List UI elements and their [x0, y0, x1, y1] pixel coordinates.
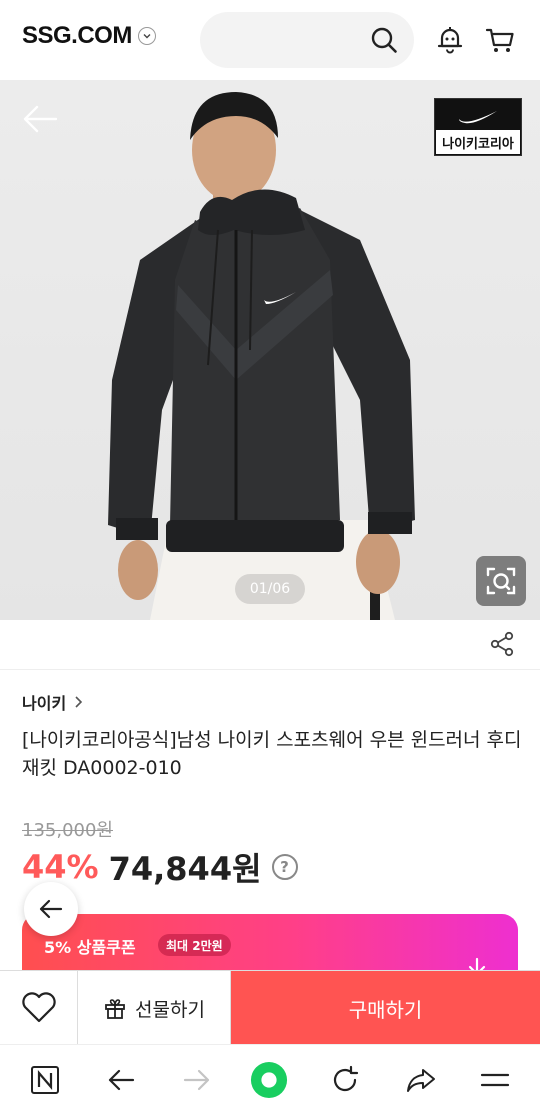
swoosh-icon	[459, 111, 497, 124]
lens-search-button[interactable]	[476, 556, 526, 606]
site-logo[interactable]: SSG.COM	[22, 22, 156, 50]
heart-icon	[22, 992, 56, 1023]
buy-button[interactable]: 구매하기	[231, 971, 540, 1045]
gift-button[interactable]: 선물하기	[78, 971, 231, 1045]
refresh-icon[interactable]	[326, 1061, 364, 1099]
brand-badge-label: 나이키코리아	[435, 129, 521, 155]
home-dot-icon[interactable]	[250, 1061, 288, 1099]
product-title: [나이키코리아공식]남성 나이키 스포츠웨어 우븐 윈드러너 후디 재킷 DA0…	[22, 729, 522, 779]
search-icon[interactable]	[370, 26, 398, 54]
cart-icon[interactable]	[484, 24, 516, 56]
coupon-label: 5% 상품쿠폰	[44, 938, 136, 957]
purchase-bar: 선물하기 구매하기	[0, 970, 540, 1045]
brand-link[interactable]: 나이키	[22, 690, 84, 714]
sale-price: 74,844원	[108, 850, 262, 888]
wishlist-button[interactable]	[0, 971, 78, 1045]
back-icon[interactable]	[102, 1061, 140, 1099]
product-page: SSG.COM 나이키코리아 01/06 나이키 [나이키코리아공식]남성 나이…	[0, 0, 540, 1113]
forward-icon[interactable]	[178, 1061, 216, 1099]
share-row	[0, 620, 540, 670]
lens-search-icon	[486, 567, 516, 595]
brand-name: 나이키	[22, 694, 67, 713]
naver-n-icon[interactable]	[26, 1061, 64, 1099]
chevron-down-icon[interactable]	[137, 27, 156, 45]
discount-rate: 44%	[22, 848, 99, 886]
coupon-max-badge: 최대 2만원	[158, 934, 231, 956]
arrow-left-icon	[39, 899, 63, 919]
original-price: 135,000원	[22, 820, 113, 841]
share-icon[interactable]	[488, 630, 516, 658]
share-forward-icon[interactable]	[402, 1061, 440, 1099]
browser-nav-bar	[0, 1044, 540, 1113]
jacket-model-illustration	[108, 92, 415, 620]
product-image[interactable]: 나이키코리아 01/06	[0, 80, 540, 620]
bell-icon[interactable]	[434, 24, 466, 56]
image-counter: 01/06	[235, 574, 305, 604]
menu-icon[interactable]	[476, 1061, 514, 1099]
top-header: SSG.COM	[0, 0, 540, 80]
search-input[interactable]	[200, 12, 414, 68]
logo-text: SSG.COM	[22, 22, 132, 49]
chevron-right-icon	[75, 696, 83, 708]
gift-label: 선물하기	[135, 998, 205, 1021]
back-arrow-icon[interactable]	[22, 104, 58, 134]
floating-back-button[interactable]	[24, 882, 78, 936]
gift-icon	[105, 999, 125, 1019]
brand-badge[interactable]: 나이키코리아	[434, 98, 522, 156]
help-icon[interactable]: ?	[271, 854, 298, 880]
